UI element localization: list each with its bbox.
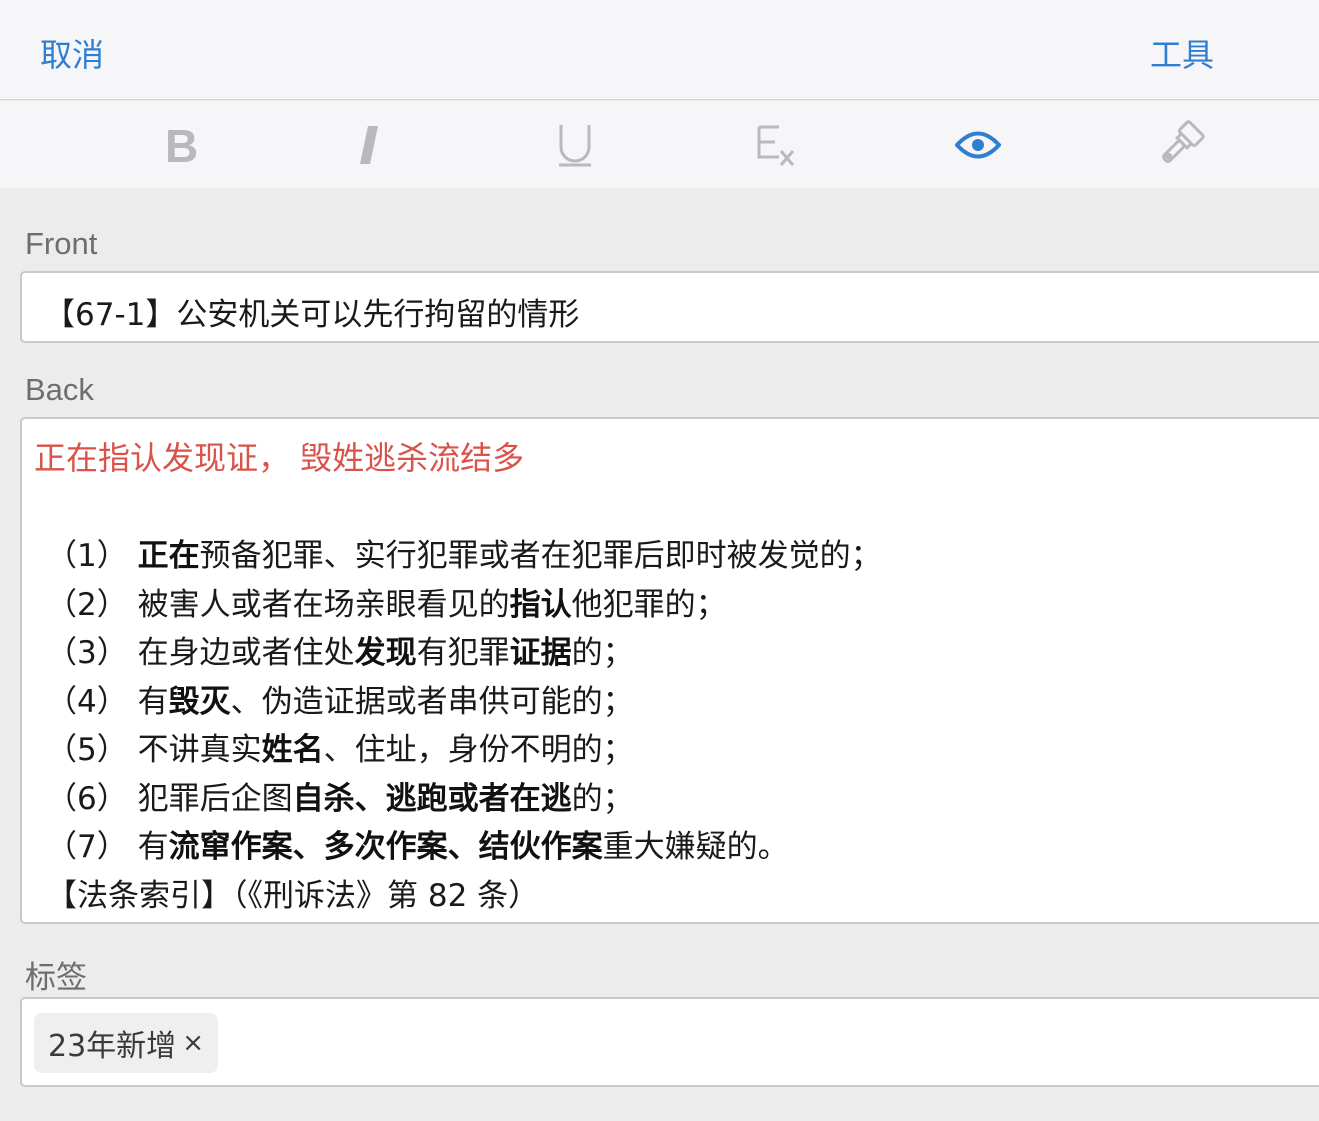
back-line-bold-text: 证据 — [509, 635, 572, 671]
back-line: 【法条索引】（《刑诉法》第 82 条） — [46, 870, 539, 915]
tags-label: 标签 — [25, 960, 87, 995]
tags-field[interactable]: 23年新增 × — [20, 997, 1319, 1087]
back-label: Back — [25, 372, 94, 407]
preview-button[interactable] — [950, 117, 1006, 173]
back-line-bold-text: 指认 — [509, 586, 572, 623]
back-line: （1） 正在预备犯罪、实行犯罪或者在犯罪后即时被发觉的； — [46, 530, 882, 575]
back-line-bold-text: 姓名 — [261, 732, 324, 768]
italic-icon — [360, 126, 378, 164]
back-line-text: （2） 被害人或者在场亲眼看见的 — [46, 586, 510, 623]
back-line-bold-text: 发现 — [354, 635, 417, 671]
clear-format-icon — [757, 125, 795, 166]
underline-icon — [559, 125, 591, 167]
back-line-text: （1） — [46, 538, 138, 574]
front-field[interactable]: 【67-1】公安机关可以先行拘留的情形 — [20, 271, 1319, 343]
back-line: （2） 被害人或者在场亲眼看见的指认他犯罪的； — [46, 579, 727, 624]
svg-text:B: B — [165, 122, 198, 168]
bold-icon: B — [165, 122, 198, 168]
front-label: Front — [25, 226, 98, 261]
back-line: （7） 有流窜作案、多次作案、结伙作案重大嫌疑的。 — [46, 821, 789, 866]
front-field-value: 【67-1】公安机关可以先行拘留的情形 — [44, 297, 580, 333]
back-line: （4） 有毁灭、伪造证据或者串供可能的； — [46, 676, 634, 721]
back-line-text: （4） 有 — [46, 683, 169, 720]
back-summary-text: 正在指认发现证， 毁姓逃杀流结多 — [34, 439, 525, 477]
back-line-text: （6） 犯罪后企图 — [46, 780, 293, 817]
back-line-text: （3） 在身边或者住处 — [46, 635, 355, 671]
back-line-bold-text: 流窜作案、多次作案、结伙作案 — [168, 829, 603, 865]
paint-brush-icon — [1162, 120, 1205, 163]
back-line: （5） 不讲真实姓名、住址，身份不明的； — [46, 724, 634, 769]
clear-format-button[interactable] — [748, 117, 804, 173]
back-line-text: 的； — [571, 635, 634, 671]
tools-button[interactable]: 工具 — [1150, 30, 1214, 76]
back-line-text: 有犯罪 — [416, 635, 510, 671]
format-painter-button[interactable] — [1152, 117, 1208, 173]
back-line-text: 【法条索引】（《刑诉法》第 82 条） — [46, 877, 540, 914]
cancel-button[interactable]: 取消 — [40, 30, 104, 76]
tag-chip[interactable]: 23年新增 × — [34, 1013, 218, 1073]
back-line-bold-text: 正在 — [137, 538, 200, 574]
top-bar: 取消 工具 — [0, 0, 1319, 100]
underline-button[interactable] — [547, 117, 603, 173]
eye-icon — [955, 131, 1001, 159]
tag-chip-label: 23年新增 — [48, 1029, 177, 1064]
back-line-text: 他犯罪的； — [571, 586, 727, 623]
back-line-text: 、住址，身份不明的； — [323, 732, 634, 768]
italic-button[interactable] — [345, 117, 401, 173]
back-line-bold-text: 毁灭 — [168, 683, 231, 720]
back-line-bold-text: 自杀、逃跑或者在逃 — [292, 780, 572, 817]
back-line-text: 重大嫌疑的。 — [602, 829, 789, 865]
back-line-text: 的； — [571, 780, 634, 817]
back-line-text: （5） 不讲真实 — [46, 732, 262, 768]
back-field[interactable]: 正在指认发现证， 毁姓逃杀流结多 （1） 正在预备犯罪、实行犯罪或者在犯罪后即时… — [20, 417, 1319, 924]
back-line-text: （7） 有 — [46, 829, 169, 865]
back-line: （3） 在身边或者住处发现有犯罪证据的； — [46, 627, 634, 672]
back-line: （6） 犯罪后企图自杀、逃跑或者在逃的； — [46, 773, 634, 818]
back-line-text: 预备犯罪、实行犯罪或者在犯罪后即时被发觉的； — [199, 538, 882, 574]
back-line-text: 、伪造证据或者串供可能的； — [230, 683, 634, 720]
bold-button[interactable]: B — [155, 117, 211, 173]
tag-remove-icon[interactable]: × — [182, 1028, 204, 1058]
format-toolbar: B — [0, 101, 1319, 188]
